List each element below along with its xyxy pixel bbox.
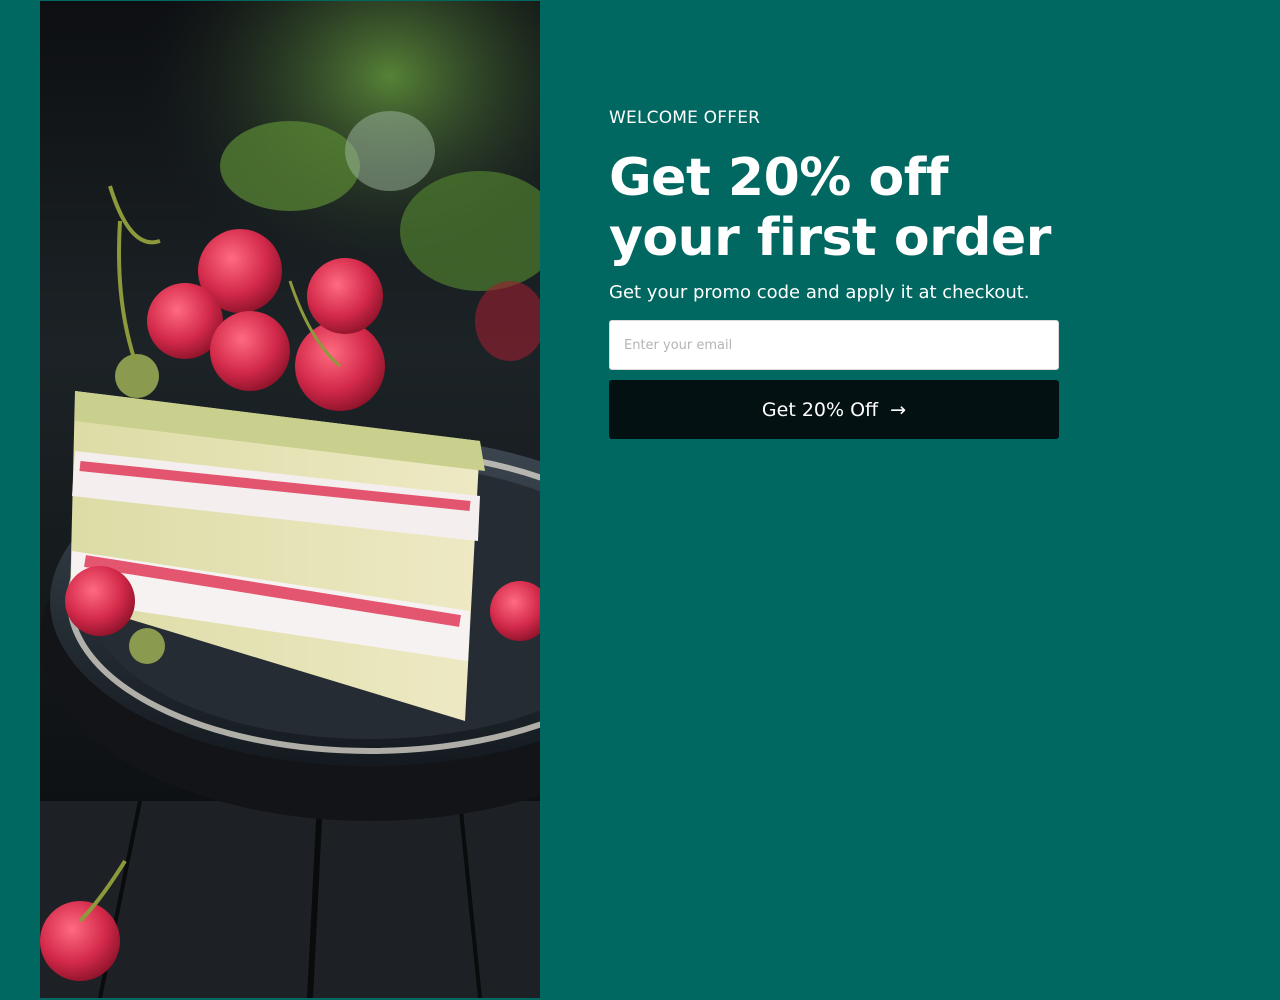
email-input[interactable] (609, 320, 1059, 370)
hero-image (40, 1, 540, 998)
get-discount-button[interactable]: Get 20% Off → (609, 380, 1059, 439)
headline: Get 20% off your first order (609, 148, 1059, 268)
popup-page: WELCOME OFFER Get 20% off your first ord… (0, 0, 1280, 1000)
offer-subtext: Get your promo code and apply it at chec… (609, 282, 1030, 303)
eyebrow-label: WELCOME OFFER (609, 108, 761, 128)
arrow-right-icon: → (890, 398, 907, 421)
get-discount-button-label: Get 20% Off (761, 398, 879, 421)
headline-line-2: your first order (609, 208, 1051, 268)
offer-panel: WELCOME OFFER Get 20% off your first ord… (609, 108, 1059, 439)
headline-line-1: Get 20% off (609, 148, 948, 208)
